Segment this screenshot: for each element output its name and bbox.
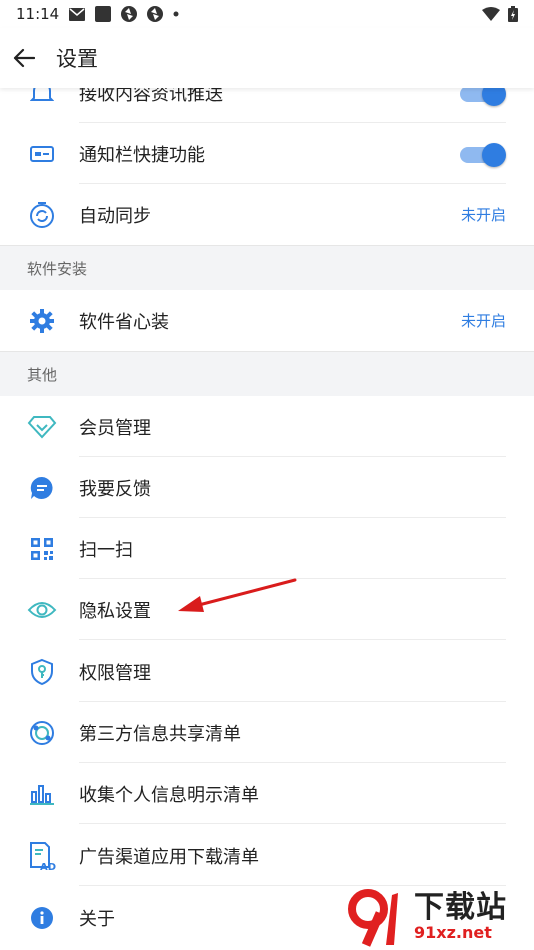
watermark-logo: 下载站 91xz.net xyxy=(346,886,528,948)
app-aperture-icon xyxy=(121,6,138,22)
setting-row-feedback[interactable]: 我要反馈 xyxy=(0,457,534,518)
sync-clock-icon xyxy=(27,200,57,230)
ad-document-icon: AD xyxy=(27,841,57,871)
setting-row-membership[interactable]: 会员管理 xyxy=(0,396,534,457)
setting-label: 第三方信息共享清单 xyxy=(79,723,241,745)
watermark-url: 91xz.net xyxy=(414,923,492,942)
setting-label: 扫一扫 xyxy=(79,539,133,561)
notification-shortcut-toggle[interactable] xyxy=(460,142,506,167)
setting-row-ad-channel[interactable]: AD 广告渠道应用下载清单 xyxy=(0,825,534,886)
arrow-left-icon xyxy=(13,48,35,68)
section-header-other: 其他 xyxy=(0,351,534,396)
setting-row-permission[interactable]: 权限管理 xyxy=(0,641,534,702)
status-time: 11:14 xyxy=(16,5,60,23)
svg-text:AD: AD xyxy=(40,862,56,871)
status-value: 未开启 xyxy=(460,206,506,224)
watermark-91-logo-icon xyxy=(348,889,398,947)
eye-icon xyxy=(27,595,57,625)
setting-label: 软件省心装 xyxy=(79,311,169,333)
status-value: 未开启 xyxy=(460,312,506,330)
page-title: 设置 xyxy=(56,47,98,71)
shield-key-icon xyxy=(27,657,57,687)
setting-label: 关于 xyxy=(79,908,115,930)
info-icon xyxy=(27,903,57,933)
bar-chart-icon xyxy=(27,779,57,809)
setting-label: 收集个人信息明示清单 xyxy=(79,784,259,806)
status-bar: 11:14 xyxy=(0,0,534,28)
setting-label: 隐私设置 xyxy=(79,600,151,622)
app-square-icon xyxy=(95,6,112,22)
setting-row-personal-info-collection[interactable]: 收集个人信息明示清单 xyxy=(0,763,534,824)
setting-label: 自动同步 xyxy=(79,205,151,227)
dot-icon xyxy=(173,11,179,17)
annotation-arrow xyxy=(178,578,297,612)
share-network-icon xyxy=(27,718,57,748)
setting-label: 我要反馈 xyxy=(79,478,151,500)
app-bar: 设置 xyxy=(0,28,534,88)
setting-label: 权限管理 xyxy=(79,662,151,684)
setting-row-scan[interactable]: 扫一扫 xyxy=(0,518,534,579)
setting-row-third-party-sharing[interactable]: 第三方信息共享清单 xyxy=(0,702,534,763)
section-title: 软件安装 xyxy=(27,260,88,278)
diamond-icon xyxy=(27,412,57,442)
setting-label: 会员管理 xyxy=(79,417,151,439)
watermark-text: 下载站 xyxy=(414,890,507,925)
mail-icon xyxy=(69,7,86,21)
battery-icon xyxy=(508,6,518,22)
section-header-software-install: 软件安装 xyxy=(0,245,534,290)
chat-bubble-icon xyxy=(27,473,57,503)
app-aperture-icon-2 xyxy=(147,6,164,22)
qr-code-icon xyxy=(27,534,57,564)
setting-label: 通知栏快捷功能 xyxy=(79,144,205,166)
gear-icon xyxy=(27,306,57,336)
setting-row-easy-install[interactable]: 软件省心装 未开启 xyxy=(0,290,534,351)
wifi-icon xyxy=(482,7,500,21)
back-button[interactable] xyxy=(0,34,48,82)
setting-label: 广告渠道应用下载清单 xyxy=(79,846,259,868)
setting-row-notification-shortcut[interactable]: 通知栏快捷功能 xyxy=(0,123,534,184)
setting-row-auto-sync[interactable]: 自动同步 未开启 xyxy=(0,184,534,245)
notification-bar-icon xyxy=(27,139,57,169)
section-title: 其他 xyxy=(27,366,58,384)
